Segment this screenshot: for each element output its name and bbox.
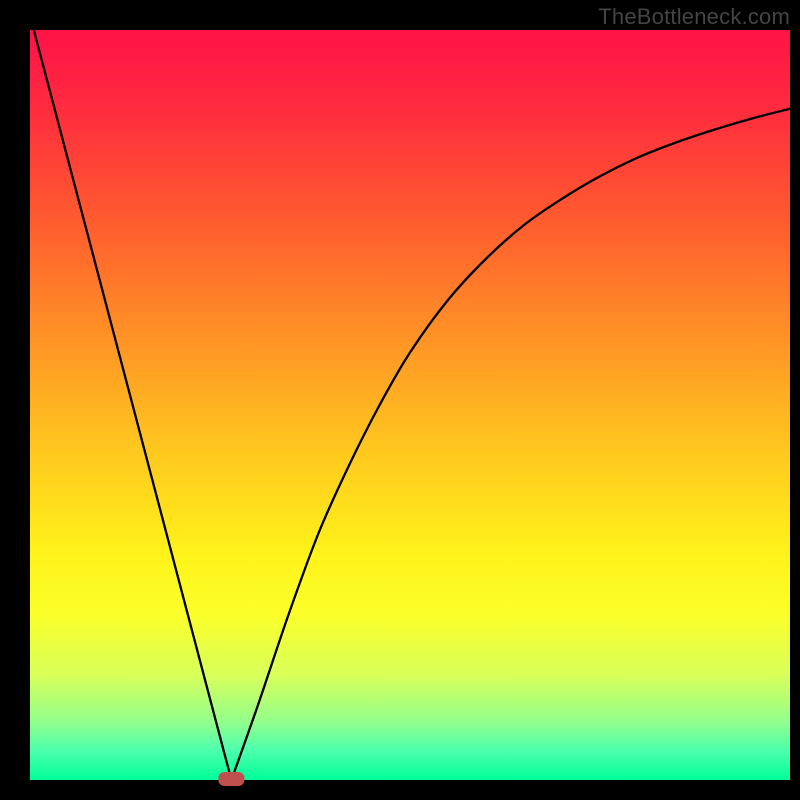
chart-frame: TheBottleneck.com: [0, 0, 800, 800]
min-marker: [218, 772, 244, 786]
attribution-label: TheBottleneck.com: [598, 4, 790, 30]
chart-svg: [0, 0, 800, 800]
